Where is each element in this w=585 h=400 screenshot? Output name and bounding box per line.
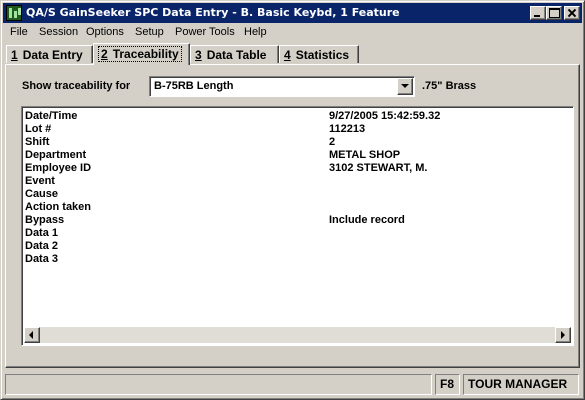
app-window: QA/S GainSeeker SPC Data Entry - B. Basi… <box>0 0 585 400</box>
list-item[interactable]: Data 2 <box>25 240 565 253</box>
field-value: Include record <box>329 214 405 226</box>
traceability-list[interactable]: Date/Time 9/27/2005 15:42:59.32 Lot # 1122… <box>21 106 574 346</box>
app-icon[interactable] <box>6 5 22 21</box>
list-item[interactable]: Bypass Include record <box>25 214 565 227</box>
tab-number: 3 <box>195 48 202 62</box>
scroll-right-icon[interactable] <box>555 327 571 343</box>
menu-help[interactable]: Help <box>244 26 267 38</box>
field-name: Data 1 <box>25 227 59 239</box>
tab-data-table[interactable]: 3 Data Table <box>190 45 279 63</box>
field-name: Lot # <box>25 123 52 135</box>
list-item[interactable]: Shift 2 <box>25 136 565 149</box>
field-name: Department <box>25 149 87 161</box>
status-key: F8 <box>435 374 460 395</box>
menu-setup[interactable]: Setup <box>135 26 164 38</box>
horizontal-scrollbar[interactable] <box>24 327 571 343</box>
tab-number: 4 <box>284 48 291 62</box>
window-title: QA/S GainSeeker SPC Data Entry - B. Basi… <box>26 6 400 19</box>
list-item[interactable]: Lot # 112213 <box>25 123 565 136</box>
tab-number: 2 <box>101 47 108 61</box>
field-value: 3102 STEWART, M. <box>329 162 428 174</box>
field-value: 112213 <box>329 123 366 135</box>
tab-label: Data Entry <box>22 48 83 62</box>
field-value: 2 <box>329 136 336 148</box>
field-name: Bypass <box>25 214 65 226</box>
field-name: Event <box>25 175 55 187</box>
field-value: METAL SHOP <box>329 149 401 161</box>
list-item[interactable]: Data 1 <box>25 227 565 240</box>
field-name: Cause <box>25 188 59 200</box>
field-name: Date/Time <box>25 110 78 122</box>
tab-label: Statistics <box>295 48 350 62</box>
menu-power-tools[interactable]: Power Tools <box>175 26 235 38</box>
material-label: .75" Brass <box>422 80 477 92</box>
menu-options[interactable]: Options <box>86 26 124 38</box>
maximize-button[interactable] <box>546 6 562 20</box>
list-item[interactable]: Cause <box>25 188 565 201</box>
tab-label: Data Table <box>206 48 267 62</box>
field-name: Data 3 <box>25 253 59 265</box>
list-item[interactable]: Employee ID 3102 STEWART, M. <box>25 162 565 175</box>
field-name: Shift <box>25 136 50 148</box>
title-bar[interactable]: QA/S GainSeeker SPC Data Entry - B. Basi… <box>3 3 582 23</box>
menu-bar: File Session Options Setup Power Tools H… <box>3 24 582 42</box>
traceability-panel: Show traceability for B-75RB Length .75"… <box>5 64 580 368</box>
menu-session[interactable]: Session <box>39 26 78 38</box>
tab-number: 1 <box>11 48 18 62</box>
tab-focus-box: 2 Traceability <box>98 46 182 62</box>
list-item[interactable]: Date/Time 9/27/2005 15:42:59.32 <box>25 110 565 123</box>
tab-traceability[interactable]: 2 Traceability <box>93 43 190 65</box>
list-item[interactable]: Event <box>25 175 565 188</box>
list-item[interactable]: Action taken <box>25 201 565 214</box>
field-name: Action taken <box>25 201 92 213</box>
close-button[interactable] <box>564 6 580 20</box>
show-traceability-label: Show traceability for <box>22 80 131 92</box>
feature-select[interactable]: B-75RB Length <box>149 76 415 97</box>
field-value: 9/27/2005 15:42:59.32 <box>329 110 441 122</box>
list-item[interactable]: Department METAL SHOP <box>25 149 565 162</box>
minimize-button[interactable] <box>530 6 546 20</box>
chevron-down-icon[interactable] <box>397 78 413 95</box>
list-item[interactable]: Data 3 <box>25 253 565 266</box>
tab-label: Traceability <box>112 47 179 61</box>
status-user: TOUR MANAGER <box>463 374 579 395</box>
status-message <box>5 374 432 395</box>
feature-select-value: B-75RB Length <box>154 80 234 92</box>
field-name: Employee ID <box>25 162 92 174</box>
field-name: Data 2 <box>25 240 59 252</box>
tab-statistics[interactable]: 4 Statistics <box>279 45 359 63</box>
menu-file[interactable]: File <box>10 26 28 38</box>
status-bar: F8 TOUR MANAGER <box>3 373 582 397</box>
scroll-left-icon[interactable] <box>24 327 40 343</box>
tab-data-entry[interactable]: 1 Data Entry <box>6 45 93 63</box>
